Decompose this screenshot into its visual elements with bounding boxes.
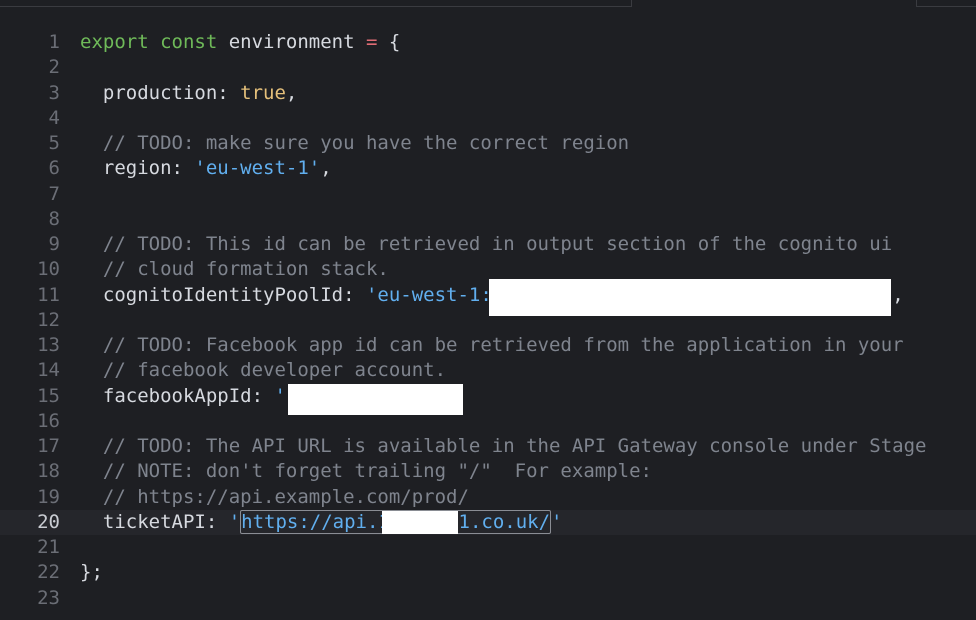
line-number: 15 xyxy=(37,384,60,407)
code-line[interactable]: 20 ticketAPI: 'https://api.1 1.co.uk/' xyxy=(0,509,976,535)
code-text: // NOTE: don't forget trailing "/" For e… xyxy=(80,459,652,484)
code-token: ' xyxy=(551,510,563,533)
code-text: export const environment = { xyxy=(80,30,400,55)
code-token: production: xyxy=(80,81,241,104)
code-text: // TODO: This id can be retrieved in out… xyxy=(80,232,892,257)
code-line[interactable]: 2 xyxy=(0,55,976,80)
code-line[interactable]: 16 xyxy=(0,409,976,434)
code-token: // TODO: make sure you have the correct … xyxy=(80,132,630,154)
code-line[interactable]: 22}; xyxy=(0,560,976,585)
code-editor[interactable]: 1 export const environment = {2 3 producti… xyxy=(0,30,976,611)
line-number: 11 xyxy=(37,283,60,306)
code-token: const xyxy=(160,31,218,53)
code-token: // TODO: The API URL is available in the… xyxy=(80,435,927,457)
code-text: }; xyxy=(80,560,103,585)
line-number: 23 xyxy=(37,586,60,609)
code-line[interactable]: 17 // TODO: The API URL is available in … xyxy=(0,434,976,459)
code-token: environment xyxy=(217,31,367,53)
code-line[interactable]: 15 facebookAppId: '1 , xyxy=(0,384,976,409)
line-number: 8 xyxy=(48,207,60,230)
code-token: { xyxy=(377,31,401,53)
code-token: // TODO: This id can be retrieved in out… xyxy=(80,233,893,255)
line-number: 13 xyxy=(37,334,60,356)
line-number: 4 xyxy=(48,106,60,129)
line-number: 22 xyxy=(37,561,60,584)
code-line[interactable]: 5 // TODO: make sure you have the correc… xyxy=(0,131,976,156)
code-token: export xyxy=(80,31,149,53)
code-line[interactable]: 23 xyxy=(0,586,976,611)
redaction-box xyxy=(382,511,458,534)
line-number: 14 xyxy=(37,359,60,382)
code-token: = xyxy=(366,31,378,53)
tab-separator xyxy=(631,0,632,7)
line-number: 3 xyxy=(48,81,60,104)
code-line[interactable]: 4 xyxy=(0,106,976,131)
code-text: // TODO: The API URL is available in the… xyxy=(80,434,927,459)
code-token: // NOTE: don't forget trailing "/" For e… xyxy=(80,460,652,483)
code-text: ticketAPI: 'https://api.1 1.co.uk/' xyxy=(80,509,563,535)
code-text: // https://api.example.com/prod/ xyxy=(80,485,469,510)
code-line[interactable]: 21 xyxy=(0,535,976,560)
line-number: 6 xyxy=(48,157,60,180)
line-number: 19 xyxy=(37,485,60,508)
code-token: cognitoIdentityPoolId: xyxy=(80,283,366,306)
code-token: , xyxy=(892,283,904,306)
line-number: 21 xyxy=(37,536,60,558)
code-text: // TODO: Facebook app id can be retrieve… xyxy=(80,333,904,358)
code-line[interactable]: 3 production: true, xyxy=(0,81,976,106)
line-number: 16 xyxy=(37,409,60,432)
code-token: region: xyxy=(80,157,195,180)
redaction-box xyxy=(489,279,891,316)
line-number: 12 xyxy=(37,308,60,331)
code-line[interactable]: 9 // TODO: This id can be retrieved in o… xyxy=(0,232,976,257)
code-token: ticketAPI: xyxy=(80,510,229,533)
code-line[interactable]: 19 // https://api.example.com/prod/ xyxy=(0,485,976,510)
code-token: ' xyxy=(228,510,241,533)
line-number: 10 xyxy=(37,258,60,281)
redaction-box xyxy=(288,384,463,415)
line-number: 18 xyxy=(37,460,60,483)
code-text: // TODO: make sure you have the correct … xyxy=(80,131,629,156)
code-text: production: true, xyxy=(80,81,298,106)
tab-bar xyxy=(0,0,976,7)
code-text: // cloud formation stack. xyxy=(80,257,389,282)
code-token: // https://api.example.com/prod/ xyxy=(80,485,469,508)
code-token: // cloud formation stack. xyxy=(80,258,389,281)
code-token: 'eu-west-1' xyxy=(194,157,321,180)
code-line[interactable]: 6 region: 'eu-west-1', xyxy=(0,156,976,181)
code-token: }; xyxy=(80,561,103,584)
line-number: 1 xyxy=(48,31,60,53)
code-line[interactable]: 7 xyxy=(0,182,976,207)
code-line[interactable]: 14 // facebook developer account. xyxy=(0,358,976,383)
line-number: 5 xyxy=(48,132,60,154)
code-line[interactable]: 18 // NOTE: don't forget trailing "/" Fo… xyxy=(0,459,976,484)
code-line[interactable]: 8 xyxy=(0,207,976,232)
line-number: 9 xyxy=(48,233,60,255)
code-token: , xyxy=(320,157,332,180)
tab-border-right xyxy=(916,6,976,7)
code-text: // facebook developer account. xyxy=(80,358,446,383)
code-line[interactable]: 13 // TODO: Facebook app id can be retri… xyxy=(0,333,976,358)
line-number: 2 xyxy=(48,56,60,79)
line-number: 7 xyxy=(48,182,60,205)
code-line[interactable]: 1 export const environment = { xyxy=(0,30,976,55)
code-text: region: 'eu-west-1', xyxy=(80,156,332,181)
code-token: // TODO: Facebook app id can be retrieve… xyxy=(80,334,904,356)
code-token: true xyxy=(240,81,286,104)
code-token: // facebook developer account. xyxy=(80,359,447,382)
line-number: 20 xyxy=(37,510,60,533)
code-token: facebookAppId: xyxy=(80,384,275,407)
code-token: , xyxy=(285,81,298,104)
tab-border-left xyxy=(0,6,631,7)
line-number: 17 xyxy=(37,435,60,457)
